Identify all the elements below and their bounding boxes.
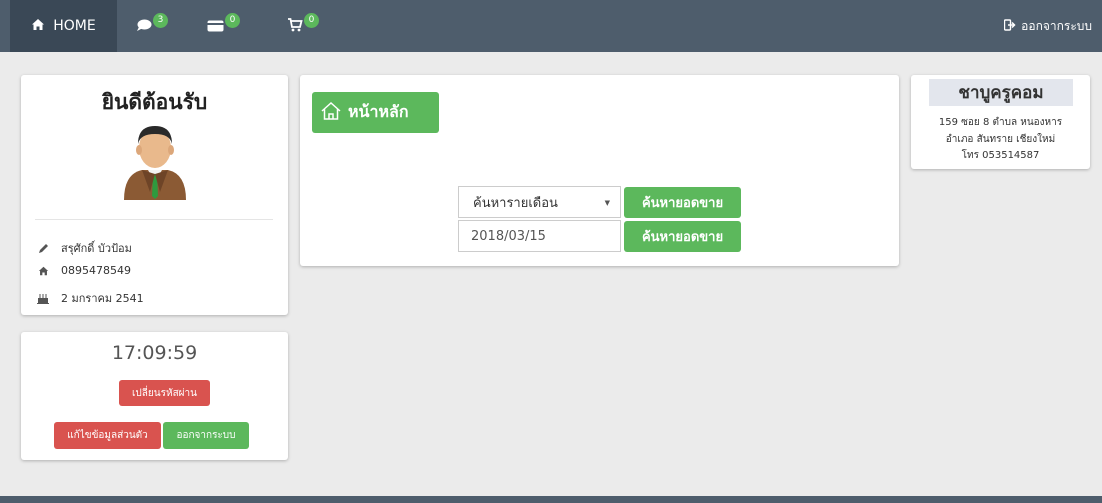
clock-card: 17:09:59 เปลี่ยนรหัสผ่าน แก้ไขข้อมูลส่วน…	[21, 332, 288, 460]
date-input[interactable]: 2018/03/15	[458, 220, 621, 252]
profile-phone-row: 0895478549	[37, 264, 131, 277]
caret-down-icon: ▼	[604, 199, 610, 207]
messages-badge: 3	[153, 12, 168, 28]
home-nav-link[interactable]: HOME	[10, 0, 117, 52]
navbar-logout-label: ออกจากระบบ	[1021, 18, 1092, 33]
credit-card-icon	[207, 17, 224, 36]
profile-name: สรุศักดิ์ บัวป้อม	[61, 242, 132, 255]
main-home-label: หน้าหลัก	[348, 102, 409, 121]
welcome-heading: ยินดีต้อนรับ	[101, 90, 208, 114]
edit-profile-button[interactable]: แก้ไขข้อมูลส่วนตัว	[54, 422, 161, 449]
home-nav-label: HOME	[53, 18, 96, 34]
profile-birthday: 2 มกราคม 2541	[61, 292, 144, 305]
navbar-logout-link[interactable]: ออกจากระบบ	[1003, 0, 1092, 52]
shop-address-line2: อำเภอ สันทราย เชียงใหม่	[945, 134, 1056, 145]
cart-nav-item[interactable]: 0	[287, 0, 319, 52]
sign-out-icon	[1003, 18, 1016, 34]
payments-badge: 0	[225, 12, 240, 28]
main-home-button[interactable]: หน้าหลัก	[312, 92, 439, 133]
shop-name: ชาบูครูคอม	[929, 79, 1073, 106]
profile-divider	[35, 219, 273, 220]
payments-nav-item[interactable]: 0	[207, 0, 240, 52]
messages-nav-item[interactable]: 3	[136, 0, 168, 52]
profile-name-row: สรุศักดิ์ บัวป้อม	[37, 239, 132, 257]
month-select-value: ค้นหารายเดือน	[473, 195, 558, 211]
profile-phone: 0895478549	[61, 264, 131, 277]
home-icon	[31, 18, 45, 35]
shopping-cart-icon	[287, 17, 303, 36]
search-sales-month-button[interactable]: ค้นหายอดขาย	[624, 187, 741, 218]
avatar	[120, 122, 190, 200]
comment-icon	[136, 17, 152, 36]
pencil-icon	[37, 242, 49, 254]
top-navbar: HOME 3 0 0 ออกจากระบบ	[0, 0, 1102, 52]
birthday-cake-icon	[37, 292, 49, 304]
profile-card: ยินดีต้อนรับ สรุศักดิ์ บัวป้อม 089547854…	[21, 75, 288, 315]
home-small-icon	[37, 265, 49, 277]
shop-address-line1: 159 ซอย 8 ตำบล หนองหาร	[938, 117, 1063, 128]
clock-time: 17:09:59	[111, 342, 198, 364]
profile-birthday-row: 2 มกราคม 2541	[37, 289, 144, 307]
cart-badge: 0	[304, 12, 319, 28]
change-password-button[interactable]: เปลี่ยนรหัสผ่าน	[119, 380, 210, 406]
search-sales-date-button[interactable]: ค้นหายอดขาย	[624, 221, 741, 252]
main-card: หน้าหลัก ค้นหารายเดือน ▼ ค้นหายอดขาย 201…	[300, 75, 899, 266]
month-select[interactable]: ค้นหารายเดือน ▼	[458, 186, 621, 218]
shop-phone: โทร 053514587	[961, 150, 1040, 161]
home-outline-icon	[320, 101, 342, 125]
logout-button[interactable]: ออกจากระบบ	[163, 422, 249, 449]
footer-bar	[0, 496, 1102, 503]
shop-card: ชาบูครูคอม 159 ซอย 8 ตำบล หนองหาร อำเภอ …	[911, 75, 1090, 169]
